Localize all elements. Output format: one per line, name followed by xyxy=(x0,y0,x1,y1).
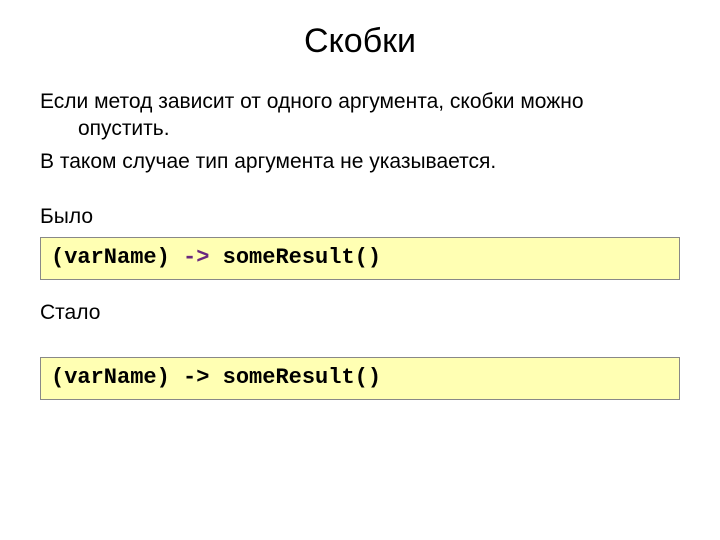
label-before: Было xyxy=(40,204,680,231)
paragraph-1: Если метод зависит от одного аргумента, … xyxy=(40,89,680,143)
code-token: (varName) xyxy=(51,365,170,390)
slide-title: Скобки xyxy=(0,0,720,89)
code-block-before: (varName) -> someResult() xyxy=(40,237,680,280)
slide-body: Если метод зависит от одного аргумента, … xyxy=(0,89,720,400)
code-token: someResult() xyxy=(223,245,381,270)
code-token-arrow: -> xyxy=(170,245,223,270)
slide: Скобки Если метод зависит от одного аргу… xyxy=(0,0,720,540)
label-after: Стало xyxy=(40,300,680,327)
code-token: (varName) xyxy=(51,245,170,270)
spacer xyxy=(40,333,680,353)
code-token-arrow: -> xyxy=(170,365,223,390)
code-token: someResult() xyxy=(223,365,381,390)
spacer xyxy=(40,280,680,300)
spacer xyxy=(40,182,680,204)
paragraph-2: В таком случае тип аргумента не указывае… xyxy=(40,149,680,176)
code-block-after: (varName) -> someResult() xyxy=(40,357,680,400)
